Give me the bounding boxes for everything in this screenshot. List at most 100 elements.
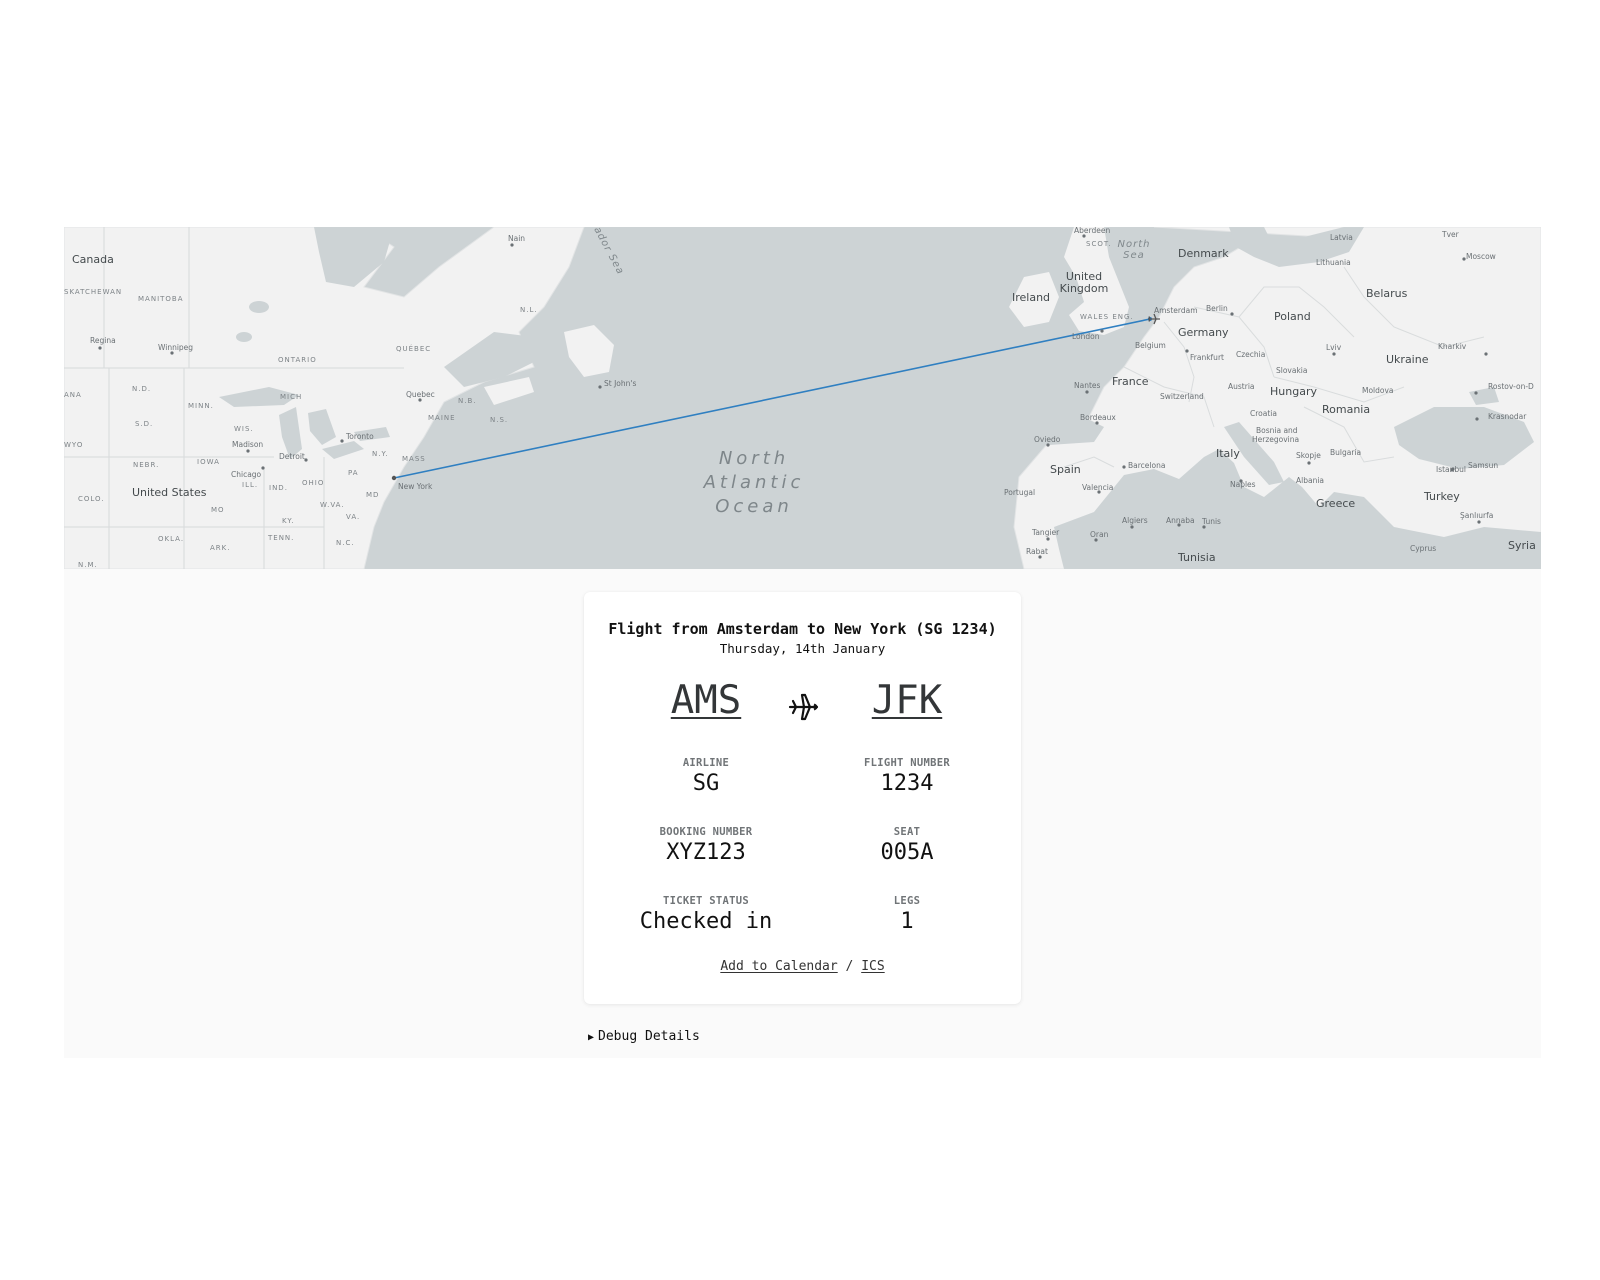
- label-ontario: ONTARIO: [278, 356, 317, 364]
- label-wales-eng: WALES ENG.: [1080, 313, 1134, 321]
- label-ocean-line3: Ocean: [715, 496, 793, 517]
- label-regina: Regina: [90, 336, 116, 345]
- label-new-york: New York: [398, 482, 433, 491]
- disclosure-triangle-icon: ▶: [588, 1032, 595, 1043]
- label-france: France: [1112, 375, 1149, 388]
- label-sd: S.D.: [135, 420, 153, 428]
- label-hungary: Hungary: [1270, 385, 1317, 398]
- label-ocean-line2: Atlantic: [703, 472, 805, 493]
- label-croatia: Croatia: [1250, 409, 1277, 418]
- label-berlin: Berlin: [1206, 304, 1228, 313]
- seat-value: 005A: [880, 840, 934, 865]
- label-spain: Spain: [1050, 463, 1081, 476]
- origin-airport-link[interactable]: AMS: [646, 678, 766, 723]
- label-romania: Romania: [1322, 403, 1370, 416]
- label-va: VA.: [346, 513, 360, 521]
- flight-number-field: FLIGHT NUMBER 1234: [807, 757, 1007, 796]
- label-md: MD: [366, 491, 379, 499]
- label-nb: N.B.: [458, 397, 477, 405]
- label-canada: Canada: [72, 253, 114, 266]
- booking-number-label: BOOKING NUMBER: [659, 826, 753, 838]
- label-manitoba: MANITOBA: [138, 295, 184, 303]
- label-ind: IND.: [269, 484, 288, 492]
- label-algiers: Algiers: [1122, 516, 1148, 525]
- label-valencia: Valencia: [1082, 483, 1113, 492]
- ics-link[interactable]: ICS: [861, 959, 884, 974]
- label-united-states: United States: [132, 486, 207, 499]
- booking-number-field: BOOKING NUMBER XYZ123: [606, 826, 806, 865]
- label-toronto: Toronto: [345, 432, 374, 441]
- label-moldova: Moldova: [1362, 386, 1394, 395]
- label-nantes: Nantes: [1074, 381, 1101, 390]
- label-ukraine: Ukraine: [1386, 353, 1429, 366]
- label-turkey: Turkey: [1423, 490, 1460, 503]
- label-moscow: Moscow: [1466, 252, 1496, 261]
- label-tver: Tver: [1441, 230, 1460, 239]
- label-ny: N.Y.: [372, 450, 389, 458]
- destination-marker: [391, 475, 397, 481]
- label-bordeaux: Bordeaux: [1080, 413, 1116, 422]
- map-canvas[interactable]: Canada United States SKATCHEWAN MANITOBA…: [64, 227, 1541, 569]
- label-naples: Naples: [1230, 480, 1256, 489]
- airline-label: AIRLINE: [682, 757, 730, 769]
- label-madison: Madison: [232, 440, 263, 449]
- label-oviedo: Oviedo: [1034, 435, 1061, 444]
- label-krasnodar: Krasnodar: [1488, 412, 1527, 421]
- label-switzerland: Switzerland: [1160, 392, 1204, 401]
- add-to-calendar-link[interactable]: Add to Calendar: [720, 959, 837, 974]
- label-uk-2: Kingdom: [1060, 282, 1109, 295]
- label-chicago: Chicago: [231, 470, 262, 479]
- ticket-status-value: Checked in: [639, 909, 773, 934]
- label-nc: N.C.: [336, 539, 355, 547]
- flight-number-label: FLIGHT NUMBER: [863, 757, 951, 769]
- label-detroit: Detroit: [279, 452, 305, 461]
- route-map[interactable]: Canada United States SKATCHEWAN MANITOBA…: [64, 227, 1541, 569]
- label-portugal: Portugal: [1004, 488, 1035, 497]
- destination-airport-link[interactable]: JFK: [847, 678, 967, 723]
- label-ocean-line1: North: [719, 448, 789, 469]
- label-mass: MASS: [402, 455, 426, 463]
- label-scot: SCOT.: [1086, 240, 1112, 248]
- calendar-links: Add to Calendar / ICS: [584, 959, 1021, 974]
- label-london: London: [1072, 332, 1100, 341]
- page: Canada United States SKATCHEWAN MANITOBA…: [64, 227, 1541, 1058]
- flight-date: Thursday, 14th January: [719, 641, 886, 656]
- flight-card: Flight from Amsterdam to New York (SG 12…: [584, 592, 1021, 1004]
- label-nain: Nain: [508, 234, 525, 243]
- label-saskatchewan: SKATCHEWAN: [64, 288, 122, 296]
- label-poland: Poland: [1274, 310, 1311, 323]
- label-nl: N.L.: [520, 306, 538, 314]
- label-north-sea-1: North: [1118, 239, 1151, 250]
- label-colo: COLO.: [78, 495, 105, 503]
- label-sanliurfa: Şanlıurfa: [1460, 511, 1493, 520]
- label-mich: MICH: [280, 393, 302, 401]
- ticket-status-label: TICKET STATUS: [662, 895, 750, 907]
- label-lithuania: Lithuania: [1316, 258, 1351, 267]
- label-bosnia-2: Herzegovina: [1252, 435, 1299, 444]
- label-maine: MAINE: [428, 414, 456, 422]
- legs-label: LEGS: [893, 895, 921, 907]
- label-north-sea-2: Sea: [1123, 250, 1145, 261]
- label-lviv: Lviv: [1326, 343, 1342, 352]
- label-kharkiv: Kharkiv: [1438, 342, 1467, 351]
- label-nebr: NEBR.: [133, 461, 159, 469]
- label-oran: Oran: [1090, 530, 1109, 539]
- label-rabat: Rabat: [1026, 547, 1048, 556]
- label-latvia: Latvia: [1330, 233, 1353, 242]
- debug-details-toggle[interactable]: ▶ Debug Details: [588, 1029, 700, 1044]
- seat-field: SEAT 005A: [807, 826, 1007, 865]
- label-wis: WIS.: [234, 425, 254, 433]
- label-aberdeen: Aberdeen: [1074, 227, 1110, 235]
- flight-number-value: 1234: [880, 771, 934, 796]
- calendar-separator: /: [845, 959, 854, 974]
- label-iowa: IOWA: [197, 458, 220, 466]
- ticket-status-field: TICKET STATUS Checked in: [606, 895, 806, 934]
- label-tunisia: Tunisia: [1177, 551, 1216, 564]
- label-pa: PA: [348, 469, 359, 477]
- label-st-johns: St John's: [604, 379, 636, 388]
- label-rostov: Rostov-on-D: [1488, 382, 1534, 391]
- label-ohio: OHIO: [302, 479, 324, 487]
- label-italy: Italy: [1216, 447, 1240, 460]
- label-wyo: WYO: [64, 441, 83, 449]
- label-tangier: Tangier: [1031, 528, 1060, 537]
